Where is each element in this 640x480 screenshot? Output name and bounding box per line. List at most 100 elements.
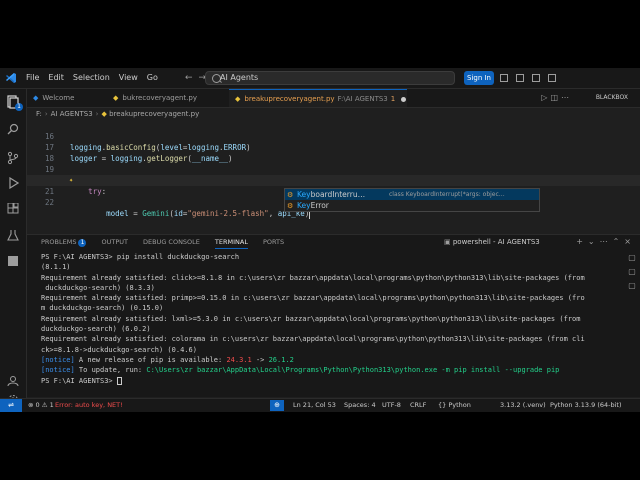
sign-in-button[interactable]: Sign In xyxy=(464,71,494,85)
close-panel-icon[interactable]: × xyxy=(624,237,636,246)
back-arrow-icon[interactable]: ← xyxy=(185,73,199,83)
testing-icon[interactable] xyxy=(6,229,20,243)
menu-view[interactable]: View xyxy=(119,68,138,88)
breadcrumb-file[interactable]: breakuprecoveryagent.py xyxy=(109,110,199,118)
suggest-match: Key xyxy=(297,190,311,199)
line-number: 22 xyxy=(44,198,54,207)
line-endings[interactable]: CRLF xyxy=(410,399,426,412)
code-editor[interactable]: 16 logging.basicConfig(level=logging.ERR… xyxy=(27,120,640,238)
vscode-tab-icon: ◆ xyxy=(33,94,39,102)
tab-welcome[interactable]: ◆ Welcome xyxy=(27,89,107,107)
python-interpreter[interactable]: Python 3.13.9 (64-bit) xyxy=(550,399,622,412)
bottom-panel: PROBLEMS 1 OUTPUT DEBUG CONSOLE TERMINAL … xyxy=(27,234,640,397)
python-version[interactable]: 3.13.2 (.venv) xyxy=(500,399,546,412)
notice-tag: [notice] xyxy=(41,355,75,364)
tab-debug-console[interactable]: DEBUG CONSOLE xyxy=(143,235,200,249)
menu-selection[interactable]: Selection xyxy=(73,68,110,88)
python-file-icon: ◆ xyxy=(101,110,110,118)
terminal-list-item-icon[interactable]: ▢ xyxy=(624,251,640,265)
title-bar: File Edit Selection View Go ←→ AI Agents… xyxy=(0,68,640,89)
code-line: 16 logging.basicConfig(level=logging.ERR… xyxy=(27,120,640,152)
more-actions-icon[interactable]: ⋯ xyxy=(600,237,613,246)
maximize-panel-icon[interactable]: ⌃ xyxy=(613,237,625,246)
status-error-text[interactable]: Error: auto key, NET! xyxy=(55,399,123,412)
suggest-item[interactable]: ⚙ KeyboardInterru… class KeyboardInterrupt… xyxy=(285,189,539,200)
menu-file[interactable]: File xyxy=(26,68,39,88)
command-center[interactable]: AI Agents xyxy=(205,71,455,85)
terminal-line: Requirement already satisfied: colorama … xyxy=(41,335,585,344)
tab-terminal[interactable]: TERMINAL xyxy=(214,235,248,249)
cursor-position[interactable]: Ln 21, Col 53 xyxy=(293,399,336,412)
tab-bukrecoveryagent-label: bukrecoveryagent.py xyxy=(122,94,197,102)
remote-indicator-icon[interactable]: ⇌ xyxy=(0,399,22,412)
code-line: 18 xyxy=(27,142,640,163)
toggle-sidebar-icon[interactable] xyxy=(500,74,508,82)
error-count-icon[interactable]: ⊗ 0 ⚠ 1 xyxy=(28,399,54,412)
tab-output[interactable]: OUTPUT xyxy=(101,235,128,249)
source-control-icon[interactable] xyxy=(6,151,20,165)
toggle-secondary-sidebar-icon[interactable] xyxy=(532,74,540,82)
terminal-dropdown-icon[interactable]: ⌄ xyxy=(588,237,600,246)
more-actions-icon[interactable]: ⋯ xyxy=(561,93,572,102)
class-symbol-icon: ⚙ xyxy=(287,202,294,210)
breadcrumb-separator: › xyxy=(95,110,99,118)
encoding[interactable]: UTF-8 xyxy=(382,399,401,412)
breadcrumb: F: › AI AGENTS3 › ◆ breakuprecoveryagent.py xyxy=(36,110,199,118)
tab-problems[interactable]: PROBLEMS 1 xyxy=(41,235,87,249)
terminal-line: (8.1.1) xyxy=(41,263,71,272)
customize-layout-icon[interactable] xyxy=(548,74,556,82)
menu-edit[interactable]: Edit xyxy=(48,68,64,88)
panel-actions: +⌄⋯⌃× xyxy=(576,235,636,249)
command-center-text: AI Agents xyxy=(220,73,259,82)
notice-old-version: 24.3.1 xyxy=(226,355,252,364)
extensions-icon[interactable] xyxy=(6,202,20,217)
problems-badge: 1 xyxy=(78,239,87,247)
explorer-badge: 1 xyxy=(15,103,23,111)
notice-text: A new release of pip is available: xyxy=(74,355,227,364)
terminal-list: ▢ ▢ ▢ xyxy=(624,251,640,293)
split-editor-icon[interactable]: ◫ xyxy=(550,93,561,102)
terminal-output[interactable]: PS F:\AI AGENTS3> pip install duckduckgo… xyxy=(41,252,611,386)
pip-update-line: [notice] To update, run: C:\Users\zr baz… xyxy=(41,365,611,375)
zoom-icon[interactable]: ⊕ xyxy=(270,400,284,411)
editor-actions: ▷◫⋯ xyxy=(541,89,572,107)
terminal-list-item-icon[interactable]: ▢ xyxy=(624,265,640,279)
suggest-item[interactable]: ⚙ KeyError xyxy=(285,200,539,211)
tab-bukrecoveryagent[interactable]: ◆ bukrecoveryagent.py xyxy=(107,89,229,107)
tab-active-path: F:\AI AGENTS3 xyxy=(337,95,388,103)
indentation[interactable]: Spaces: 4 xyxy=(344,399,376,412)
accounts-icon[interactable] xyxy=(6,375,20,389)
tab-welcome-label: Welcome xyxy=(42,94,75,102)
unsaved-dot-icon[interactable] xyxy=(401,96,407,102)
python-file-icon: ◆ xyxy=(113,94,119,102)
python-file-icon: ◆ xyxy=(235,95,241,103)
blackbox-icon[interactable] xyxy=(6,255,20,269)
tab-ports[interactable]: PORTS xyxy=(263,235,284,249)
suggest-widget: ⚙ KeyboardInterru… class KeyboardInterrupt… xyxy=(284,188,540,212)
code-text: model = Gemini(id="gemini-2.5-flash", ap… xyxy=(106,209,311,219)
tab-breakuprecoveryagent[interactable]: ◆ breakuprecoveryagent.py F:\AI AGENTS3 1 xyxy=(229,89,407,107)
notice-arrow: -> xyxy=(251,355,269,364)
terminal-selector[interactable]: ▣ powershell - AI AGENTS3 xyxy=(444,235,540,249)
run-debug-icon[interactable] xyxy=(6,176,20,191)
breadcrumb-separator: › xyxy=(44,110,48,118)
terminal-cursor xyxy=(116,376,122,385)
terminal-line: m duckduckgo-search) (0.15.0) xyxy=(41,304,164,313)
copilot-sparkle-icon[interactable]: ✦ xyxy=(69,175,73,186)
blackbox-label[interactable]: BLACKBOX xyxy=(596,89,628,107)
explorer-icon[interactable]: 1 xyxy=(6,95,23,111)
menu-go[interactable]: Go xyxy=(147,68,158,88)
terminal-list-item-icon[interactable]: ▢ xyxy=(624,279,640,293)
tab-problem-count: 1 xyxy=(390,95,396,103)
breadcrumb-root[interactable]: F: xyxy=(36,110,42,118)
search-activity-icon[interactable] xyxy=(6,123,20,137)
suggest-detail: class KeyboardInterrupt(*args: objec… xyxy=(389,191,505,198)
code-line: 20 try: xyxy=(27,164,640,196)
terminal-line: ck>=8.1.8->duckduckgo-search) (0.4.6) xyxy=(41,345,197,354)
new-terminal-icon[interactable]: + xyxy=(576,237,588,246)
terminal-prompt[interactable]: PS F:\AI AGENTS3> xyxy=(41,376,611,386)
language-mode[interactable]: {} Python xyxy=(438,399,471,412)
suggest-match: Key xyxy=(297,201,311,210)
breadcrumb-folder[interactable]: AI AGENTS3 xyxy=(51,110,93,118)
toggle-panel-icon[interactable] xyxy=(516,74,524,82)
